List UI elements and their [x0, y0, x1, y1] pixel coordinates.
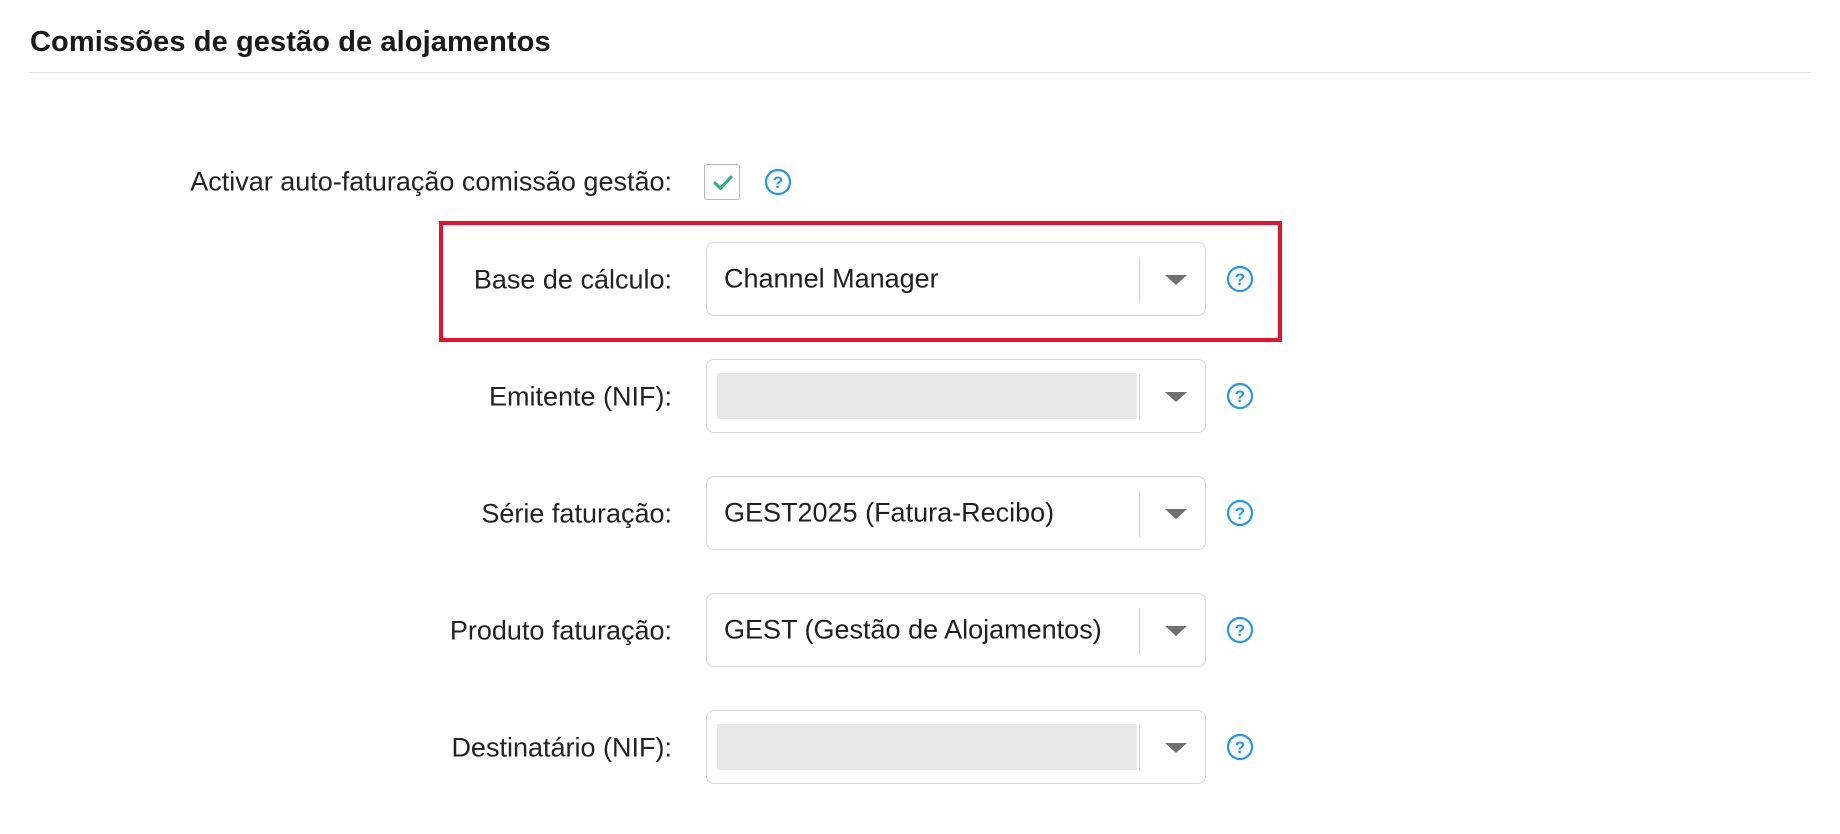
question-circle-icon[interactable]: ? — [1226, 499, 1254, 527]
select-separator — [1139, 608, 1140, 654]
field-row-emitente: Emitente (NIF): ? — [0, 359, 1300, 435]
svg-text:?: ? — [1235, 504, 1245, 523]
caret-down-icon[interactable] — [1165, 275, 1187, 285]
select-separator — [1139, 725, 1140, 771]
caret-down-icon[interactable] — [1165, 626, 1187, 636]
select-separator — [1139, 257, 1140, 303]
destinatario-value-redacted — [717, 724, 1137, 770]
question-circle-icon[interactable]: ? — [1226, 265, 1254, 293]
select-separator — [1139, 374, 1140, 420]
serie-faturacao-label: Série faturação: — [481, 498, 672, 529]
section-title: Comissões de gestão de alojamentos — [30, 26, 551, 58]
svg-text:?: ? — [1235, 270, 1245, 289]
question-circle-icon[interactable]: ? — [1226, 733, 1254, 761]
produto-faturacao-value: GEST (Gestão de Alojamentos) — [724, 614, 1102, 645]
question-circle-icon[interactable]: ? — [1226, 382, 1254, 410]
base-calculo-label: Base de cálculo: — [473, 264, 672, 295]
serie-faturacao-value: GEST2025 (Fatura-Recibo) — [724, 497, 1055, 528]
select-separator — [1139, 491, 1140, 537]
emitente-value-redacted — [717, 373, 1137, 419]
section-divider — [30, 72, 1810, 73]
field-row-produto-faturacao: Produto faturação: GEST (Gestão de Aloja… — [0, 593, 1300, 669]
serie-faturacao-select[interactable]: GEST2025 (Fatura-Recibo) — [706, 476, 1206, 550]
produto-faturacao-label: Produto faturação: — [449, 615, 672, 646]
emitente-label: Emitente (NIF): — [488, 381, 672, 412]
auto-billing-label: Activar auto-faturação comissão gestão: — [190, 166, 672, 197]
checkmark-icon — [713, 175, 733, 190]
field-row-base-calculo: Base de cálculo: Channel Manager ? — [0, 242, 1300, 318]
field-row-serie-faturacao: Série faturação: GEST2025 (Fatura-Recibo… — [0, 476, 1300, 552]
svg-text:?: ? — [1235, 387, 1245, 406]
caret-down-icon[interactable] — [1165, 743, 1187, 753]
svg-text:?: ? — [1235, 621, 1245, 640]
base-calculo-value: Channel Manager — [724, 263, 939, 294]
produto-faturacao-select[interactable]: GEST (Gestão de Alojamentos) — [706, 593, 1206, 667]
base-calculo-select[interactable]: Channel Manager — [706, 242, 1206, 316]
svg-text:?: ? — [773, 173, 783, 192]
destinatario-select[interactable] — [706, 710, 1206, 784]
destinatario-label: Destinatário (NIF): — [451, 732, 672, 763]
question-circle-icon[interactable]: ? — [1226, 616, 1254, 644]
auto-billing-row: Activar auto-faturação comissão gestão: … — [0, 164, 1300, 200]
caret-down-icon[interactable] — [1165, 509, 1187, 519]
question-circle-icon[interactable]: ? — [764, 168, 792, 196]
field-row-destinatario: Destinatário (NIF): ? — [0, 710, 1300, 786]
auto-billing-checkbox[interactable] — [704, 164, 740, 200]
svg-text:?: ? — [1235, 738, 1245, 757]
emitente-select[interactable] — [706, 359, 1206, 433]
caret-down-icon[interactable] — [1165, 392, 1187, 402]
